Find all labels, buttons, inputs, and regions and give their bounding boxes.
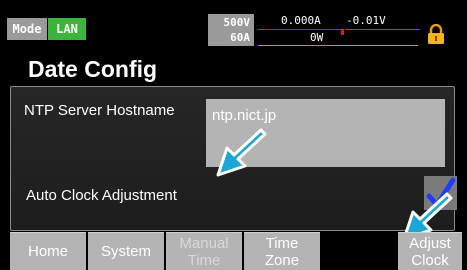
power-reading: 0W <box>310 31 324 44</box>
power-bar <box>258 45 418 46</box>
page-title: Date Config <box>28 56 158 82</box>
current-bar <box>258 29 342 30</box>
mode-label: Mode <box>7 18 47 40</box>
current-marker <box>341 29 344 35</box>
voltage-reading: -0.01V <box>346 14 386 27</box>
mode-value-badge: LAN <box>48 18 86 40</box>
tab-manual-time: Manual Time <box>166 232 242 270</box>
tab-time-zone[interactable]: Time Zone <box>244 232 320 270</box>
current-reading: 0.000A <box>281 14 321 27</box>
tab-system[interactable]: System <box>88 232 164 270</box>
tab-home[interactable]: Home <box>10 232 86 270</box>
padlock-icon[interactable] <box>426 23 446 44</box>
tab-adjust-clock[interactable]: Adjust Clock <box>398 232 462 270</box>
current-limit: 60A <box>230 31 250 44</box>
voltage-limit: 500V <box>223 16 251 29</box>
tab-empty-slot <box>322 232 396 270</box>
ntp-server-value: ntp.nict.jp <box>212 107 277 124</box>
limits-badge: 500V 60A <box>208 14 254 46</box>
auto-clock-label: Auto Clock Adjustment <box>26 187 177 204</box>
pointer-arrow-icon <box>216 128 267 177</box>
ntp-server-label: NTP Server Hostname <box>24 102 175 119</box>
voltage-bar <box>345 29 420 30</box>
